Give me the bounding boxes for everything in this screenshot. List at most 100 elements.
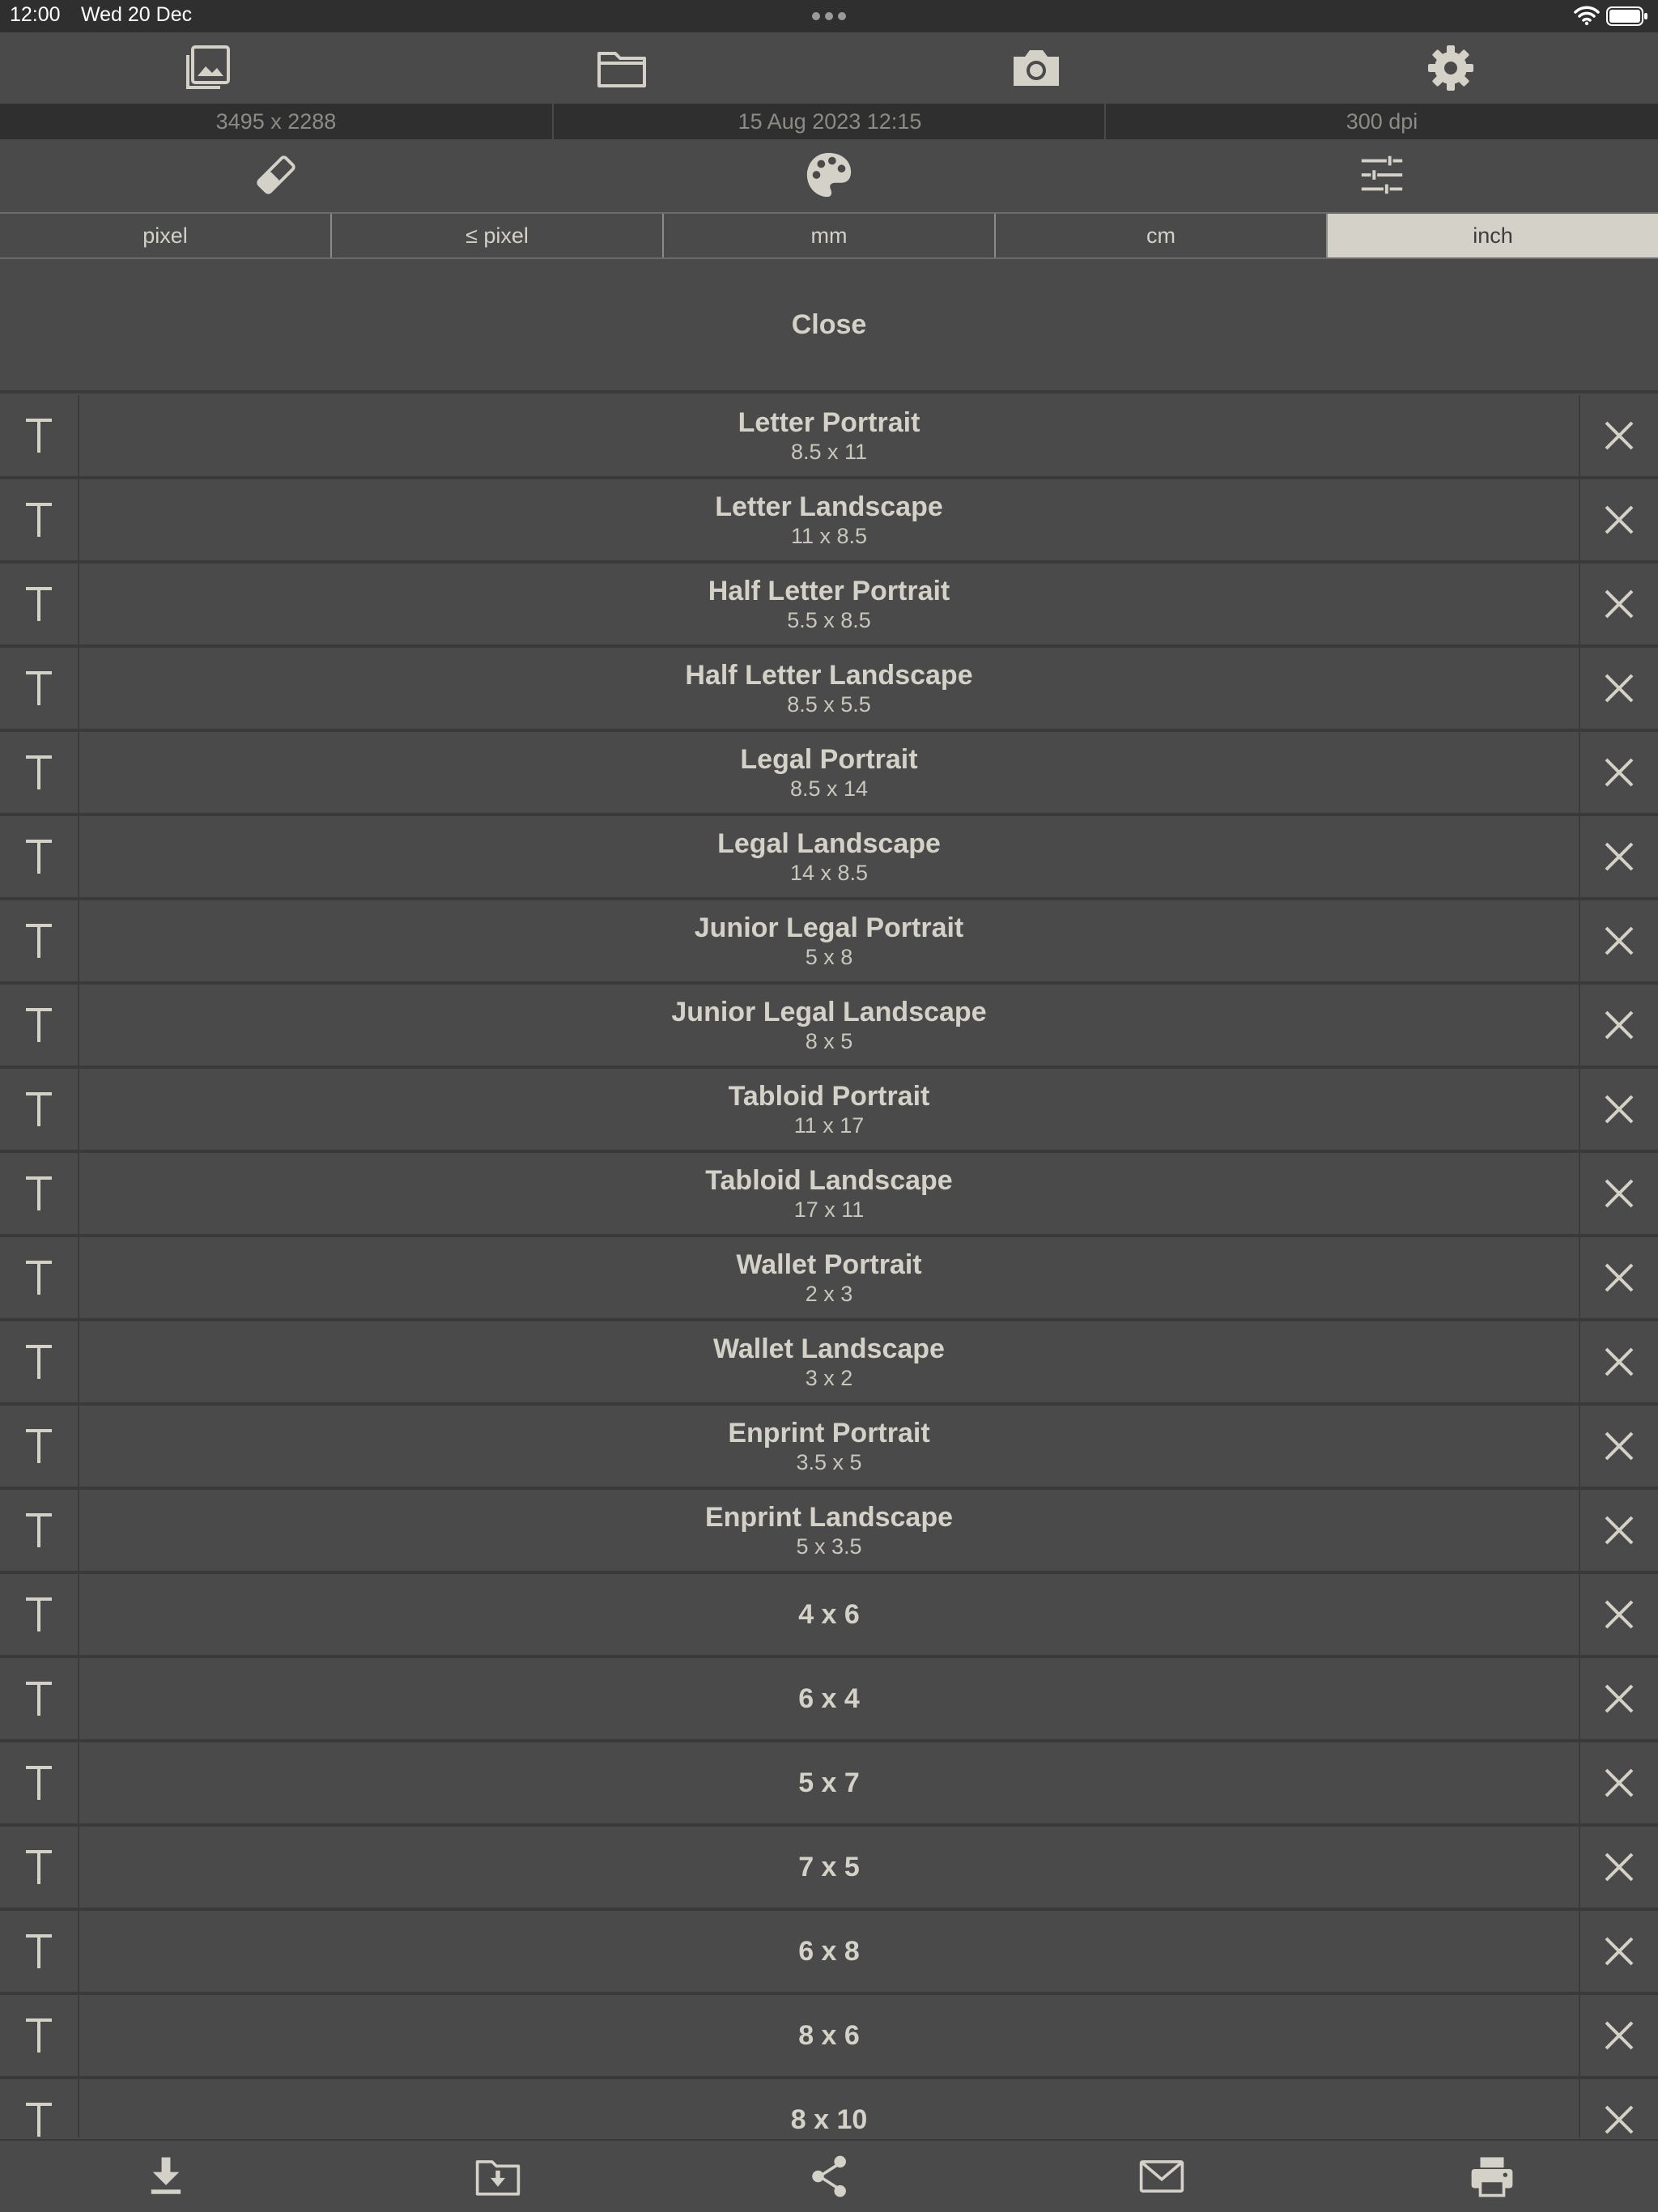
paper-size-select[interactable]: Half Letter Portrait 5.5 x 8.5 — [81, 564, 1577, 644]
paper-size-row[interactable]: Legal Portrait 8.5 x 14 — [0, 732, 1658, 816]
paper-size-row[interactable]: 4 x 6 — [0, 1574, 1658, 1658]
delete-button[interactable] — [1579, 1490, 1658, 1571]
print-button[interactable] — [1326, 2141, 1658, 2212]
delete-button[interactable] — [1579, 1406, 1658, 1487]
paper-size-row[interactable]: Wallet Portrait 2 x 3 — [0, 1237, 1658, 1321]
paper-size-row[interactable]: Tabloid Landscape 17 x 11 — [0, 1153, 1658, 1237]
unit-option-cm[interactable]: cm — [996, 214, 1328, 257]
paper-size-select[interactable]: Enprint Landscape 5 x 3.5 — [81, 1490, 1577, 1571]
paper-size-select[interactable]: Legal Portrait 8.5 x 14 — [81, 732, 1577, 813]
paper-size-row[interactable]: Wallet Landscape 3 x 2 — [0, 1321, 1658, 1406]
rename-button[interactable] — [0, 1658, 79, 1739]
paper-size-select[interactable]: Half Letter Landscape 8.5 x 5.5 — [81, 648, 1577, 729]
paper-size-row[interactable]: 6 x 8 — [0, 1911, 1658, 1995]
paper-size-row[interactable]: Enprint Portrait 3.5 x 5 — [0, 1406, 1658, 1490]
paper-size-select[interactable]: 6 x 4 — [81, 1658, 1577, 1739]
delete-button[interactable] — [1579, 648, 1658, 729]
rename-button[interactable] — [0, 1321, 79, 1402]
paper-size-select[interactable]: 8 x 10 — [81, 2079, 1577, 2138]
paper-size-select[interactable]: Letter Portrait 8.5 x 11 — [81, 395, 1577, 476]
delete-button[interactable] — [1579, 2079, 1658, 2138]
rename-button[interactable] — [0, 1237, 79, 1318]
paper-size-row[interactable]: 8 x 10 — [0, 2079, 1658, 2138]
rename-button[interactable] — [0, 900, 79, 981]
rename-button[interactable] — [0, 1490, 79, 1571]
delete-button[interactable] — [1579, 900, 1658, 981]
paper-size-select[interactable]: Letter Landscape 11 x 8.5 — [81, 479, 1577, 560]
paper-size-select[interactable]: 6 x 8 — [81, 1911, 1577, 1992]
paper-size-select[interactable]: Junior Legal Portrait 5 x 8 — [81, 900, 1577, 981]
close-button[interactable]: Close — [0, 259, 1658, 393]
delete-button[interactable] — [1579, 985, 1658, 1066]
paper-size-select[interactable]: Enprint Portrait 3.5 x 5 — [81, 1406, 1577, 1487]
paper-size-select[interactable]: Wallet Landscape 3 x 2 — [81, 1321, 1577, 1402]
rename-button[interactable] — [0, 985, 79, 1066]
rename-button[interactable] — [0, 1742, 79, 1823]
folder-button[interactable] — [414, 32, 829, 104]
rename-button[interactable] — [0, 479, 79, 560]
paper-size-select[interactable]: Tabloid Landscape 17 x 11 — [81, 1153, 1577, 1234]
paper-size-select[interactable]: Tabloid Portrait 11 x 17 — [81, 1069, 1577, 1150]
paper-size-row[interactable]: Junior Legal Landscape 8 x 5 — [0, 985, 1658, 1069]
share-button[interactable] — [664, 2141, 996, 2212]
paper-size-select[interactable]: 4 x 6 — [81, 1574, 1577, 1655]
multitasking-dots-icon[interactable] — [810, 10, 848, 23]
paper-size-row[interactable]: 8 x 6 — [0, 1995, 1658, 2079]
rename-button[interactable] — [0, 816, 79, 897]
paper-size-row[interactable]: Letter Portrait 8.5 x 11 — [0, 395, 1658, 479]
paper-size-row[interactable]: Tabloid Portrait 11 x 17 — [0, 1069, 1658, 1153]
delete-button[interactable] — [1579, 564, 1658, 644]
unit-option-mm[interactable]: mm — [664, 214, 996, 257]
rename-button[interactable] — [0, 1995, 79, 2076]
settings-button[interactable] — [1244, 32, 1658, 104]
rename-button[interactable] — [0, 648, 79, 729]
paper-size-row[interactable]: 5 x 7 — [0, 1742, 1658, 1827]
delete-button[interactable] — [1579, 1658, 1658, 1739]
palette-button[interactable] — [553, 139, 1105, 211]
rename-button[interactable] — [0, 1406, 79, 1487]
camera-button[interactable] — [829, 32, 1244, 104]
delete-button[interactable] — [1579, 395, 1658, 476]
paper-size-row[interactable]: Legal Landscape 14 x 8.5 — [0, 816, 1658, 900]
paper-size-select[interactable]: Legal Landscape 14 x 8.5 — [81, 816, 1577, 897]
delete-button[interactable] — [1579, 1153, 1658, 1234]
paper-size-row[interactable]: Half Letter Landscape 8.5 x 5.5 — [0, 648, 1658, 732]
eraser-button[interactable] — [0, 139, 552, 211]
unit-option-max-pixel[interactable]: ≤ pixel — [332, 214, 664, 257]
delete-button[interactable] — [1579, 1237, 1658, 1318]
adjustments-button[interactable] — [1106, 139, 1658, 211]
rename-button[interactable] — [0, 2079, 79, 2138]
rename-button[interactable] — [0, 1153, 79, 1234]
rename-button[interactable] — [0, 564, 79, 644]
delete-button[interactable] — [1579, 1995, 1658, 2076]
paper-size-row[interactable]: 6 x 4 — [0, 1658, 1658, 1742]
download-button[interactable] — [0, 2141, 332, 2212]
rename-button[interactable] — [0, 1574, 79, 1655]
rename-button[interactable] — [0, 395, 79, 476]
delete-button[interactable] — [1579, 1069, 1658, 1150]
mail-button[interactable] — [996, 2141, 1328, 2212]
save-to-folder-button[interactable] — [332, 2141, 664, 2212]
paper-size-row[interactable]: Junior Legal Portrait 5 x 8 — [0, 900, 1658, 985]
unit-option-pixel[interactable]: pixel — [0, 214, 332, 257]
paper-size-select[interactable]: 7 x 5 — [81, 1827, 1577, 1908]
delete-button[interactable] — [1579, 732, 1658, 813]
delete-button[interactable] — [1579, 1911, 1658, 1992]
paper-size-select[interactable]: 5 x 7 — [81, 1742, 1577, 1823]
delete-button[interactable] — [1579, 816, 1658, 897]
delete-button[interactable] — [1579, 479, 1658, 560]
photo-library-button[interactable] — [0, 32, 414, 104]
rename-button[interactable] — [0, 1827, 79, 1908]
paper-size-row[interactable]: Half Letter Portrait 5.5 x 8.5 — [0, 564, 1658, 648]
paper-size-select[interactable]: 8 x 6 — [81, 1995, 1577, 2076]
paper-size-row[interactable]: Letter Landscape 11 x 8.5 — [0, 479, 1658, 564]
rename-button[interactable] — [0, 1911, 79, 1992]
rename-button[interactable] — [0, 1069, 79, 1150]
delete-button[interactable] — [1579, 1742, 1658, 1823]
unit-option-inch[interactable]: inch — [1328, 214, 1658, 257]
paper-size-row[interactable]: Enprint Landscape 5 x 3.5 — [0, 1490, 1658, 1574]
rename-button[interactable] — [0, 732, 79, 813]
delete-button[interactable] — [1579, 1827, 1658, 1908]
paper-size-select[interactable]: Junior Legal Landscape 8 x 5 — [81, 985, 1577, 1066]
paper-size-row[interactable]: 7 x 5 — [0, 1827, 1658, 1911]
